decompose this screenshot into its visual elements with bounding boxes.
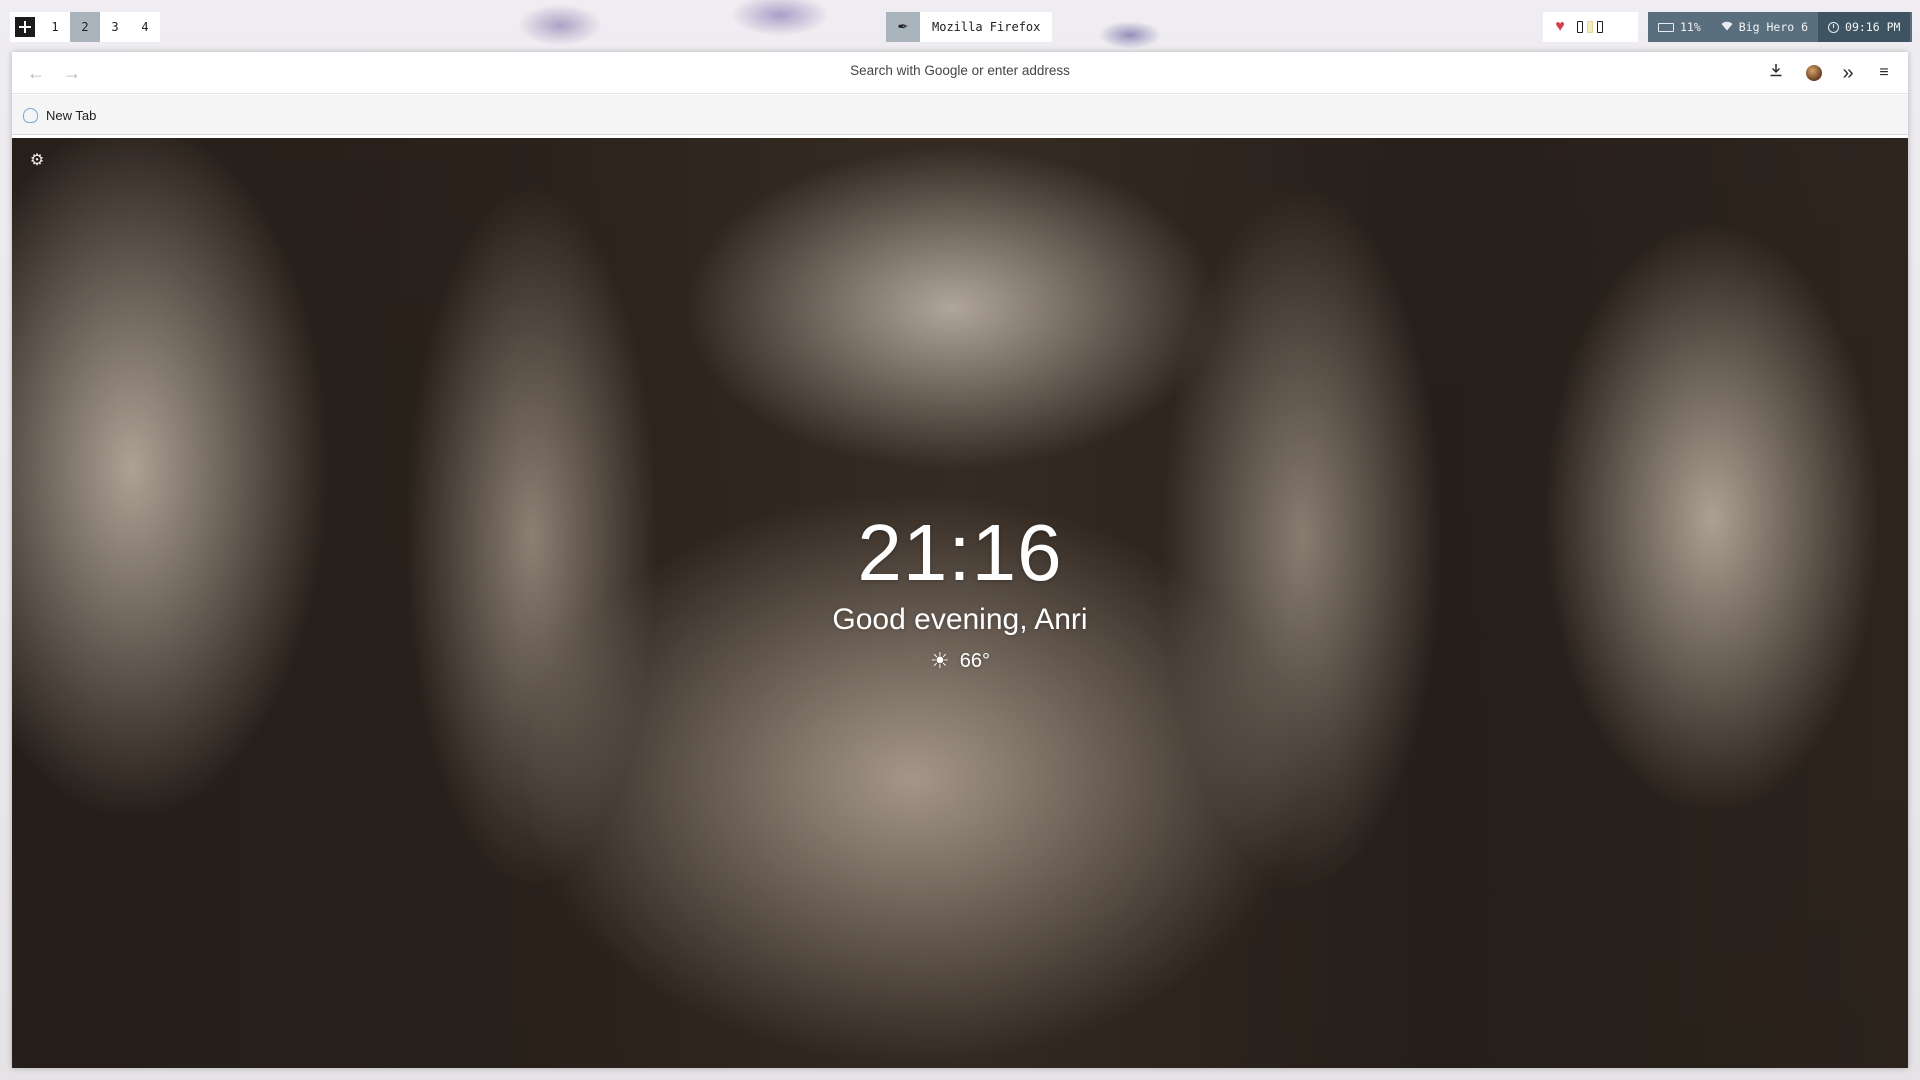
profile-avatar[interactable] [1806,65,1822,81]
workspace-4[interactable]: 4 [130,12,160,42]
workspace-2[interactable]: 2 [70,12,100,42]
clock-status[interactable]: 09:16 PM [1818,12,1911,42]
overflow-chevron-icon[interactable]: » [1837,62,1859,84]
device-battery-indicators[interactable] [1577,21,1603,33]
battery-percent: 11% [1680,20,1701,34]
active-window-title: ✒ Mozilla Firefox [886,12,1053,42]
heart-icon[interactable]: ♥ [1543,18,1577,36]
battery-icon [1658,22,1674,32]
feather-icon: ✒ [886,12,920,42]
tab-new-tab[interactable]: New Tab [12,95,96,135]
workspace-3[interactable]: 3 [100,12,130,42]
weather-widget: ☀ 66° [930,648,990,674]
window-title-text: Mozilla Firefox [932,20,1041,34]
gear-icon[interactable]: ⚙ [28,152,46,170]
clock-icon [1828,21,1840,33]
address-bar[interactable]: Search with Google or enter address [12,63,1908,78]
launcher-icon[interactable] [10,12,40,42]
device-battery-icon [1597,21,1603,33]
tab-label: New Tab [46,107,97,123]
sun-icon: ☀ [930,648,950,673]
tab-strip: New Tab [12,95,1908,135]
firefox-tab-icon [23,107,38,123]
clock-time: 09:16 PM [1845,20,1901,34]
battery-status[interactable]: 11% [1648,12,1711,42]
new-tab-page: ⚙ 21:16 Good evening, Anri ☀ 66° [12,138,1908,1068]
download-icon[interactable] [1765,62,1787,84]
top-bar: 1 2 3 4 ✒ Mozilla Firefox ♥ 11% Big Hero… [0,0,1920,52]
new-tab-widgets: 21:16 Good evening, Anri ☀ 66° [12,508,1908,674]
temperature: 66° [959,649,990,672]
wifi-status[interactable]: Big Hero 6 [1711,12,1818,42]
clock-display: 21:16 [857,508,1063,597]
workspace-switcher: 1 2 3 4 [10,12,160,42]
greeting-text: Good evening, Anri [832,603,1088,636]
navigation-toolbar: ← → Search with Google or enter address … [12,52,1908,94]
device-battery-icon [1587,21,1593,33]
device-battery-icon [1577,21,1583,33]
system-tray: ♥ [1543,12,1638,42]
firefox-window: ← → Search with Google or enter address … [12,52,1908,1068]
status-bar: 11% Big Hero 6 09:16 PM [1648,12,1912,42]
hamburger-menu-icon[interactable]: ≡ [1873,62,1895,84]
workspace-1[interactable]: 1 [40,12,70,42]
wifi-icon [1721,20,1733,34]
wifi-network-name: Big Hero 6 [1738,20,1809,34]
